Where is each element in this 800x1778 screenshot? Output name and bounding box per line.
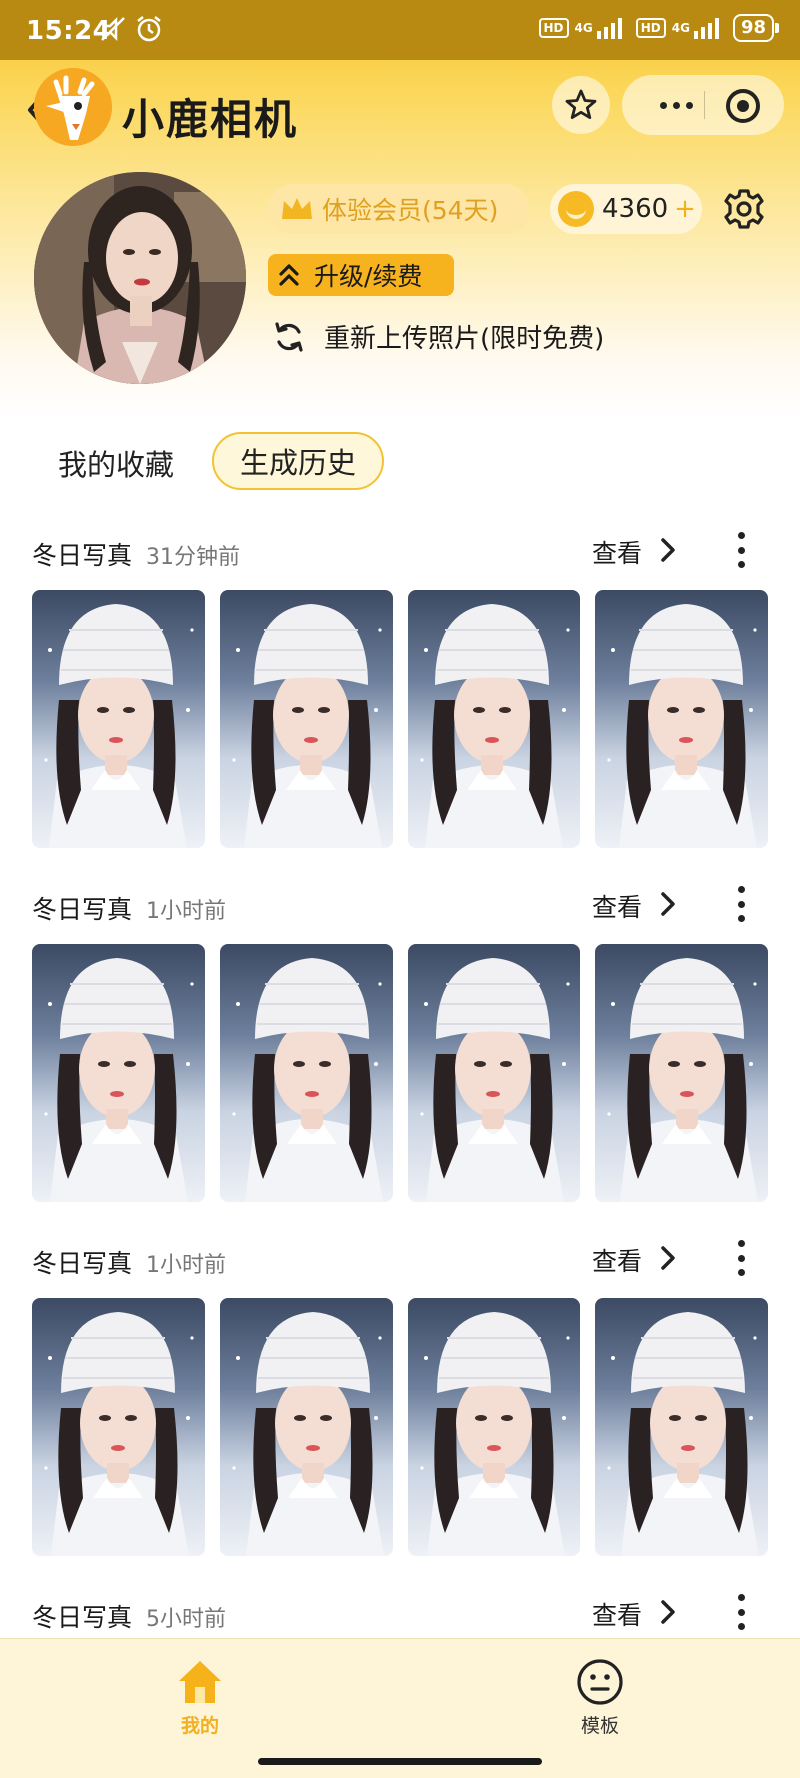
coin-icon xyxy=(558,191,594,227)
crown-icon xyxy=(282,198,312,219)
history-group: 冬日写真 1小时前 查看 xyxy=(0,1240,800,1574)
hd-badge-2: HD xyxy=(635,18,666,38)
photo-thumbnail[interactable] xyxy=(595,944,768,1202)
chevron-right-icon[interactable] xyxy=(658,890,678,918)
content-tabs: 我的收藏 生成历史 xyxy=(0,430,800,490)
chevron-right-icon[interactable] xyxy=(658,1244,678,1272)
reupload-label: 重新上传照片(限时免费) xyxy=(324,324,605,354)
deer-logo-icon xyxy=(34,68,112,146)
member-badge-label: 体验会员(54天) xyxy=(322,196,499,225)
photo-thumbnail[interactable] xyxy=(595,590,768,848)
mini-program-capsule xyxy=(622,75,784,135)
chevron-right-icon[interactable] xyxy=(658,1598,678,1626)
favorite-button[interactable] xyxy=(552,76,610,134)
history-group: 冬日写真 31分钟前 查看 xyxy=(0,532,800,866)
view-button[interactable]: 查看 xyxy=(592,1242,642,1278)
signal-icon-2 xyxy=(693,17,719,39)
photo-thumbnail[interactable] xyxy=(407,590,581,848)
avatar[interactable] xyxy=(34,172,246,384)
reupload-photo-link[interactable]: 重新上传照片(限时免费) xyxy=(272,318,604,355)
star-icon xyxy=(565,89,597,119)
view-button[interactable]: 查看 xyxy=(592,534,642,570)
refresh-icon xyxy=(275,321,303,352)
coin-balance[interactable]: 4360 + xyxy=(550,184,702,234)
photo-thumbnail[interactable] xyxy=(407,1298,581,1556)
nav-me-label: 我的 xyxy=(180,1715,219,1737)
upgrade-button[interactable]: 升级/续费 xyxy=(268,254,454,296)
history-group-title: 冬日写真 xyxy=(32,1249,133,1278)
mute-icon xyxy=(101,16,125,42)
chevron-right-icon[interactable] xyxy=(658,536,678,564)
vertical-more-icon[interactable] xyxy=(736,532,746,568)
thumbnail-row xyxy=(32,590,768,850)
history-group-title: 冬日写真 xyxy=(32,1603,133,1632)
history-group-title: 冬日写真 xyxy=(32,541,133,570)
status-bar: 15:24 HD 4G HD 4G 98 xyxy=(0,0,800,60)
history-group-time: 1小时前 xyxy=(146,899,226,924)
history-group-time: 31分钟前 xyxy=(146,545,240,570)
network-type-2: 4G xyxy=(671,21,690,35)
nav-templates-label: 模板 xyxy=(580,1715,619,1737)
photo-thumbnail[interactable] xyxy=(219,944,393,1202)
thumbnail-row xyxy=(32,1298,768,1558)
history-group-time: 5小时前 xyxy=(146,1607,226,1632)
coin-add[interactable]: + xyxy=(674,194,696,224)
history-group: 冬日写真 5小时前 查看 xyxy=(0,1594,800,1638)
history-group: 冬日写真 1小时前 查看 xyxy=(0,886,800,1220)
photo-thumbnail[interactable] xyxy=(32,1298,205,1556)
hd-badge: HD xyxy=(538,18,569,38)
nav-templates[interactable]: 模板 xyxy=(550,1657,650,1737)
alarm-icon xyxy=(137,16,161,42)
signal-icon xyxy=(596,17,622,39)
view-button[interactable]: 查看 xyxy=(592,1596,642,1632)
history-group-title: 冬日写真 xyxy=(32,895,133,924)
history-group-time: 1小时前 xyxy=(146,1253,226,1278)
upgrade-label: 升级/续费 xyxy=(314,262,423,291)
home-icon xyxy=(179,1661,221,1703)
photo-thumbnail[interactable] xyxy=(219,1298,393,1556)
capsule-divider xyxy=(704,91,705,119)
network-type: 4G xyxy=(574,21,593,35)
photo-thumbnail[interactable] xyxy=(32,944,205,1202)
tab-history[interactable]: 生成历史 xyxy=(212,432,384,490)
photo-thumbnail[interactable] xyxy=(407,944,581,1202)
member-badge[interactable]: 体验会员(54天) xyxy=(268,184,530,234)
nav-me[interactable]: 我的 xyxy=(150,1657,250,1737)
vertical-more-icon[interactable] xyxy=(736,886,746,922)
coin-count: 4360 xyxy=(602,194,669,224)
tab-favorites[interactable]: 我的收藏 xyxy=(58,442,174,484)
vertical-more-icon[interactable] xyxy=(736,1240,746,1276)
app-title: 小鹿相机 xyxy=(122,95,299,144)
face-icon xyxy=(577,1659,623,1705)
view-button[interactable]: 查看 xyxy=(592,888,642,924)
double-chevron-up-icon xyxy=(279,264,299,286)
target-icon[interactable] xyxy=(726,89,760,123)
battery-indicator: 98 xyxy=(732,14,780,42)
thumbnail-row xyxy=(32,944,768,1204)
home-indicator xyxy=(258,1758,542,1765)
bottom-nav: 我的 模板 xyxy=(0,1638,800,1778)
more-icon[interactable] xyxy=(646,75,706,135)
photo-thumbnail[interactable] xyxy=(595,1298,768,1556)
photo-thumbnail[interactable] xyxy=(32,590,205,848)
vertical-more-icon[interactable] xyxy=(736,1594,746,1630)
photo-thumbnail[interactable] xyxy=(219,590,393,848)
gear-icon[interactable] xyxy=(722,187,766,231)
